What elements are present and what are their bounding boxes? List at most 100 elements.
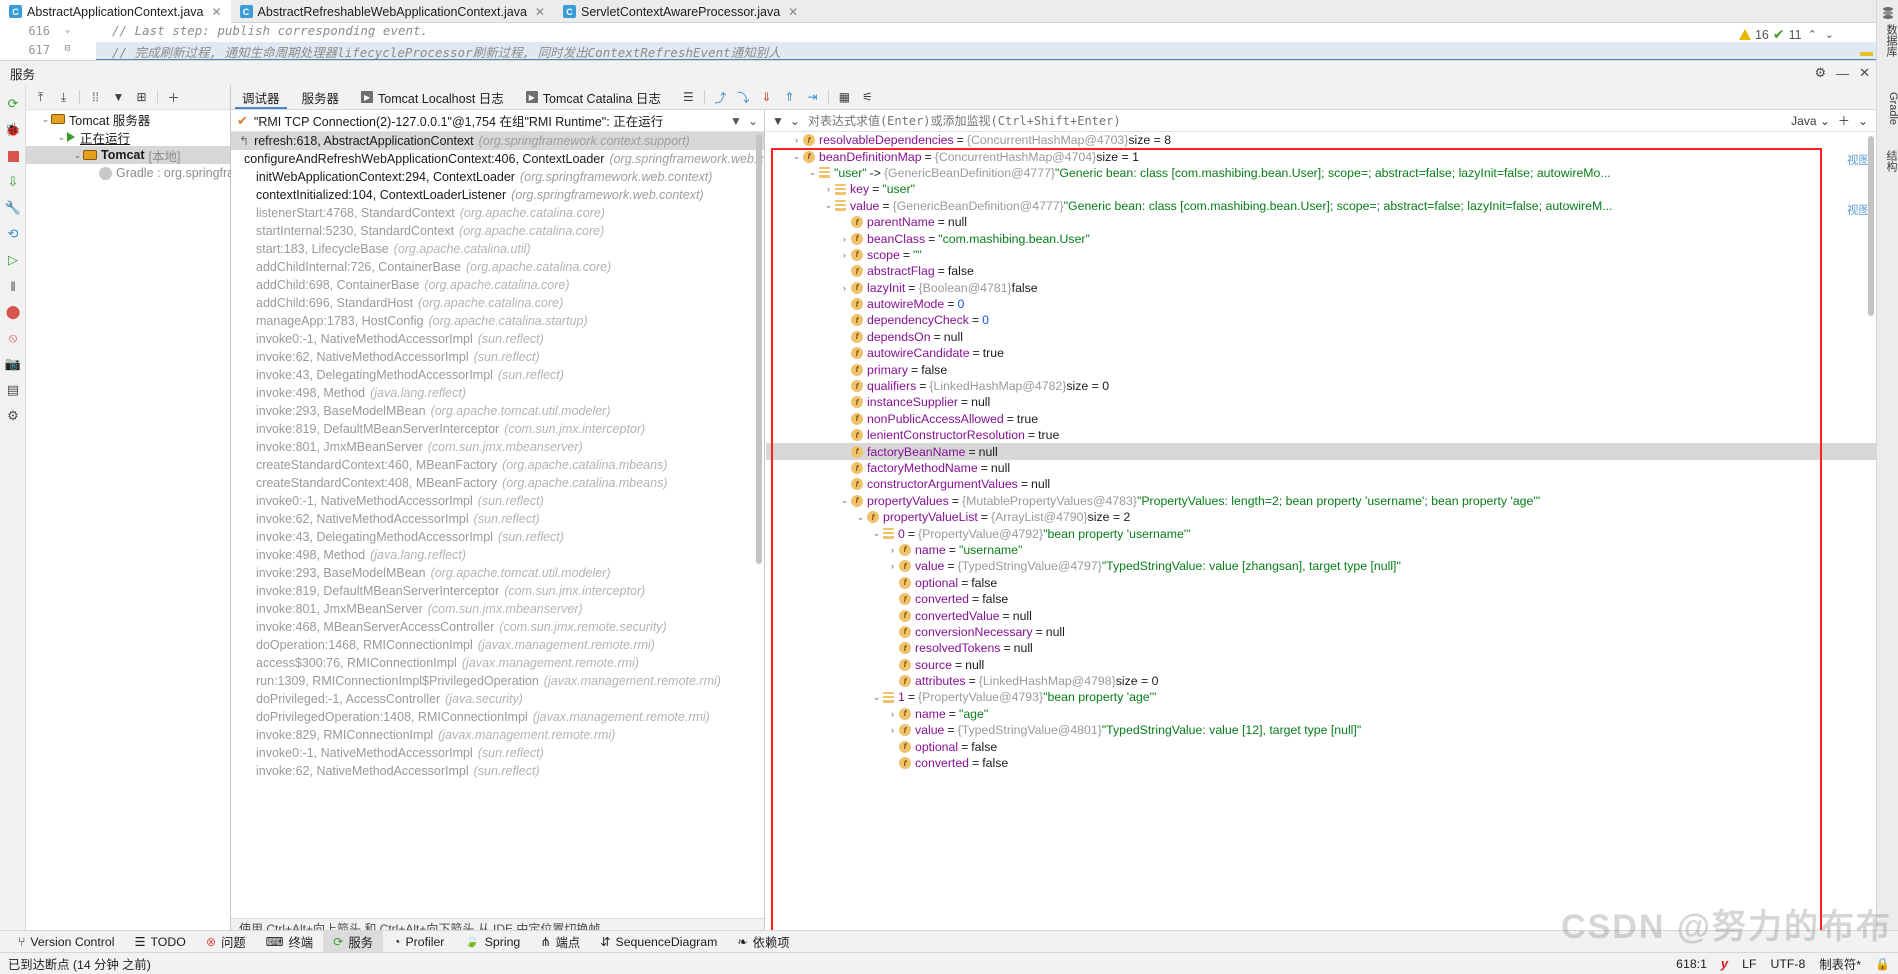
chevron-right-icon[interactable]: › <box>838 234 851 244</box>
variable-row[interactable]: › f value = {TypedStringValue@4801} "TypedSt… <box>766 722 1876 738</box>
variable-row[interactable]: f autowireMode = 0 <box>766 296 1876 312</box>
pin-icon[interactable]: ⇩ <box>0 169 26 195</box>
chevron-down-icon[interactable]: ⌄ <box>854 512 867 523</box>
chevron-down-icon[interactable]: ⌄ <box>838 495 851 506</box>
variable-row[interactable]: ⌄ f beanDefinitionMap = {ConcurrentHashMap@4… <box>766 148 1876 164</box>
variable-row[interactable]: f converted = false <box>766 755 1876 771</box>
run-to-cursor-icon[interactable]: ⇥ <box>802 87 823 108</box>
frame-row[interactable]: invoke:62, NativeMethodAccessorImpl (sun.… <box>231 762 764 780</box>
services-tree-item-tomcat-server[interactable]: ⌄ Tomcat 服务器 <box>26 110 230 128</box>
chevron-right-icon[interactable]: › <box>886 561 899 571</box>
code-editor[interactable]: 616 617 ⌄ ⊟ // Last step: publish corres… <box>0 23 1876 60</box>
variable-row[interactable]: ⌄ value = {GenericBeanDefinition@4777} "Gen… <box>766 198 1876 214</box>
frame-row[interactable]: ↰ refresh:618, AbstractApplicationContext… <box>231 132 764 150</box>
variable-row[interactable]: f optional = false <box>766 738 1876 754</box>
frame-row[interactable]: invoke:801, JmxMBeanServer (com.sun.jmx.m… <box>231 600 764 618</box>
variables-tree[interactable]: › f resolvableDependencies = {ConcurrentHash… <box>766 132 1876 938</box>
file-encoding[interactable]: UTF-8 <box>1771 957 1806 971</box>
view-breakpoints-icon[interactable]: ⦸ <box>0 325 26 351</box>
variable-row[interactable]: f conversionNecessary = null <box>766 624 1876 640</box>
chevron-down-icon[interactable]: ⌄ <box>748 114 758 128</box>
fold-handle-icon[interactable]: ⊟ <box>62 43 73 54</box>
variable-row[interactable]: f instanceSupplier = null <box>766 394 1876 410</box>
variable-row[interactable]: ⌄ "user" -> {GenericBeanDefinition@4777} "G… <box>766 165 1876 181</box>
frame-row[interactable]: createStandardContext:460, MBeanFactory (… <box>231 456 764 474</box>
variable-row[interactable]: f attributes = {LinkedHashMap@4798} size = … <box>766 673 1876 689</box>
frame-row[interactable]: doPrivileged:-1, AccessController (java.s… <box>231 690 764 708</box>
step-out-icon[interactable]: ⇑ <box>779 87 800 108</box>
frame-row[interactable]: listenerStart:4768, StandardContext (org.… <box>231 204 764 222</box>
bottom-item-endpoints[interactable]: ⋔ 端点 <box>530 931 590 953</box>
evaluate-expression-bar[interactable]: ▼ ⌄ Java ⌄ ＋ ⌄ <box>766 110 1876 132</box>
frame-row[interactable]: start:183, LifecycleBase (org.apache.cata… <box>231 240 764 258</box>
variable-row[interactable]: › f name = "username" <box>766 542 1876 558</box>
force-step-into-icon[interactable]: ⇓ <box>756 87 777 108</box>
variable-row[interactable]: › f scope = "" <box>766 247 1876 263</box>
right-rail-label-gradle[interactable]: Gradle <box>1877 92 1898 125</box>
add-icon[interactable]: ＋ <box>163 87 184 108</box>
database-icon[interactable] <box>1881 6 1895 20</box>
chevron-down-icon[interactable]: ⌄ <box>56 132 67 143</box>
chevron-down-icon[interactable]: ⌄ <box>870 528 883 539</box>
variable-row[interactable]: f primary = false <box>766 361 1876 377</box>
variable-row[interactable]: ⌄ f propertyValueList = {ArrayList@4790} siz… <box>766 509 1876 525</box>
frame-row[interactable]: invoke:62, NativeMethodAccessorImpl (sun.… <box>231 510 764 528</box>
thread-selector[interactable]: ✔ "RMI TCP Connection(2)-127.0.0.1"@1,75… <box>231 110 764 132</box>
frames-panel[interactable]: ✔ "RMI TCP Connection(2)-127.0.0.1"@1,75… <box>231 110 765 938</box>
caret-position[interactable]: 618:1 <box>1676 957 1707 971</box>
collapse-all-icon[interactable]: ⤓ <box>53 87 74 108</box>
frame-row[interactable]: invoke:819, DefaultMBeanServerIntercepto… <box>231 582 764 600</box>
chevron-right-icon[interactable]: › <box>838 250 851 260</box>
frame-row[interactable]: contextInitialized:104, ContextLoaderLis… <box>231 186 764 204</box>
tab-debugger[interactable]: 调试器 <box>231 85 291 109</box>
bottom-item-spring[interactable]: 🍃 Spring <box>454 931 530 953</box>
close-icon[interactable]: ✕ <box>211 5 221 19</box>
wrench-icon[interactable]: 🔧 <box>0 195 26 221</box>
frame-row[interactable]: doOperation:1468, RMIConnectionImpl (java… <box>231 636 764 654</box>
chevron-right-icon[interactable]: › <box>886 545 899 555</box>
group-icon[interactable]: ⁞⁞ <box>85 87 106 108</box>
tab-server[interactable]: 服务器 <box>291 85 351 109</box>
frame-row[interactable]: invoke0:-1, NativeMethodAccessorImpl (sun… <box>231 744 764 762</box>
services-tree-item-running[interactable]: ⌄ 正在运行 <box>26 128 230 146</box>
variables-scrollbar[interactable] <box>1868 136 1874 316</box>
lock-icon[interactable]: 🔒 <box>1875 957 1890 971</box>
chevron-down-icon[interactable]: ⌄ <box>822 200 835 211</box>
chevron-down-icon[interactable]: ⌄ <box>870 692 883 703</box>
chevron-down-icon[interactable]: ⌄ <box>790 114 800 128</box>
tab-tomcat-catalina-log[interactable]: ▶ Tomcat Catalina 日志 <box>515 85 672 109</box>
chevron-down-icon[interactable]: ⌄ <box>790 151 803 162</box>
variable-row[interactable]: f parentName = null <box>766 214 1876 230</box>
variable-row[interactable]: › key = "user" <box>766 181 1876 197</box>
variable-row[interactable]: › f name = "age" <box>766 706 1876 722</box>
filter-icon[interactable]: ▼ <box>772 114 784 128</box>
variable-row[interactable]: f optional = false <box>766 575 1876 591</box>
chevron-right-icon[interactable]: › <box>822 184 835 194</box>
variable-row[interactable]: f nonPublicAccessAllowed = true <box>766 411 1876 427</box>
close-icon[interactable]: ✕ <box>788 5 798 19</box>
chevron-right-icon[interactable]: › <box>886 725 899 735</box>
services-tree-item-gradle[interactable]: Gradle : org.springframe <box>26 164 251 182</box>
variable-row[interactable]: f dependsOn = null <box>766 329 1876 345</box>
chevron-down-icon[interactable]: ⌄ <box>1858 114 1868 128</box>
chevron-down-icon[interactable]: ⌄ <box>40 114 51 125</box>
bottom-item-terminal[interactable]: ⌨ 终端 <box>256 931 323 953</box>
variable-row[interactable]: f dependencyCheck = 0 <box>766 312 1876 328</box>
camera-icon[interactable]: 📷 <box>0 351 26 377</box>
variable-row[interactable]: f autowireCandidate = true <box>766 345 1876 361</box>
frame-row[interactable]: createStandardContext:408, MBeanFactory (… <box>231 474 764 492</box>
settings-icon[interactable]: ⚙ <box>0 403 26 429</box>
chevron-right-icon[interactable]: › <box>838 283 851 293</box>
line-separator[interactable]: LF <box>1742 957 1756 971</box>
variable-row[interactable]: f source = null <box>766 657 1876 673</box>
frame-row[interactable]: access$300:76, RMIConnectionImpl (javax.m… <box>231 654 764 672</box>
right-rail-label-structure[interactable]: 结构 <box>1877 150 1898 172</box>
variable-row[interactable]: f factoryMethodName = null <box>766 460 1876 476</box>
minimize-icon[interactable]: — <box>1836 66 1849 81</box>
variable-row[interactable]: ⌄ f propertyValues = {MutablePropertyValues@… <box>766 493 1876 509</box>
frame-row[interactable]: addChild:696, StandardHost (org.apache.ca… <box>231 294 764 312</box>
bottom-item-version-control[interactable]: ⑂ Version Control <box>8 931 124 953</box>
frame-row[interactable]: invoke:293, BaseModelMBean (org.apache.to… <box>231 564 764 582</box>
evaluate-table-icon[interactable]: ▦ <box>834 87 855 108</box>
next-problem-icon[interactable]: ⌄ <box>1823 28 1836 41</box>
